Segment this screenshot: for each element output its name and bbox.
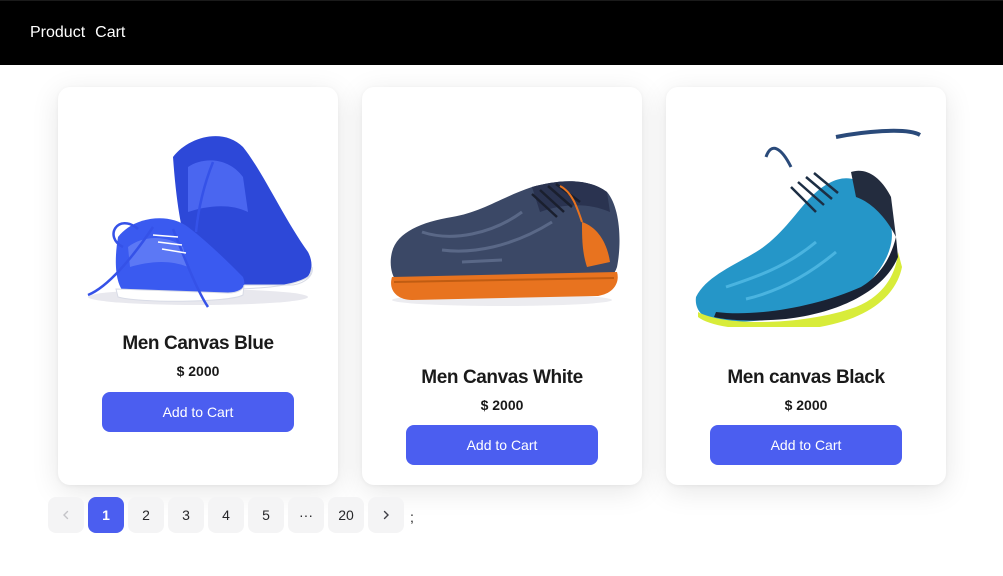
stray-semicolon-text: ;: [410, 509, 414, 525]
pagination-next-button[interactable]: [368, 497, 404, 533]
product-title: Men canvas Black: [727, 367, 885, 388]
add-to-cart-button[interactable]: Add to Cart: [710, 425, 902, 465]
page-button-2[interactable]: 2: [128, 497, 164, 533]
page-button-20[interactable]: 20: [328, 497, 364, 533]
teal-running-shoe-image: [695, 128, 921, 327]
chevron-left-icon: [63, 510, 69, 520]
product-card: Men canvas Black $ 2000 Add to Cart: [666, 87, 946, 485]
pagination-ellipsis-button[interactable]: ···: [288, 497, 324, 533]
page-button-4[interactable]: 4: [208, 497, 244, 533]
product-price: $ 2000: [176, 363, 220, 379]
nav-link-cart[interactable]: Cart: [95, 24, 125, 42]
product-title: Men Canvas Blue: [122, 333, 274, 354]
product-price: $ 2000: [784, 397, 828, 413]
pagination-prev-button[interactable]: [48, 497, 84, 533]
page-button-3[interactable]: 3: [168, 497, 204, 533]
product-title: Men Canvas White: [421, 367, 583, 388]
top-navbar: Product Cart: [0, 0, 1003, 65]
product-price: $ 2000: [480, 397, 524, 413]
product-card: Men Canvas White $ 2000 Add to Cart: [362, 87, 642, 485]
product-card: Men Canvas Blue $ 2000 Add to Cart: [58, 87, 338, 485]
add-to-cart-button[interactable]: Add to Cart: [102, 392, 294, 432]
page-button-1[interactable]: 1: [88, 497, 124, 533]
pagination: 1 2 3 4 5 ··· 20 ;: [48, 497, 414, 533]
add-to-cart-button[interactable]: Add to Cart: [406, 425, 598, 465]
page-button-5[interactable]: 5: [248, 497, 284, 533]
blue-running-shoes-image: [87, 136, 313, 308]
chevron-right-icon: [383, 510, 389, 520]
navy-orange-trail-shoe-image: [390, 181, 620, 306]
nav-link-product[interactable]: Product: [30, 24, 85, 42]
